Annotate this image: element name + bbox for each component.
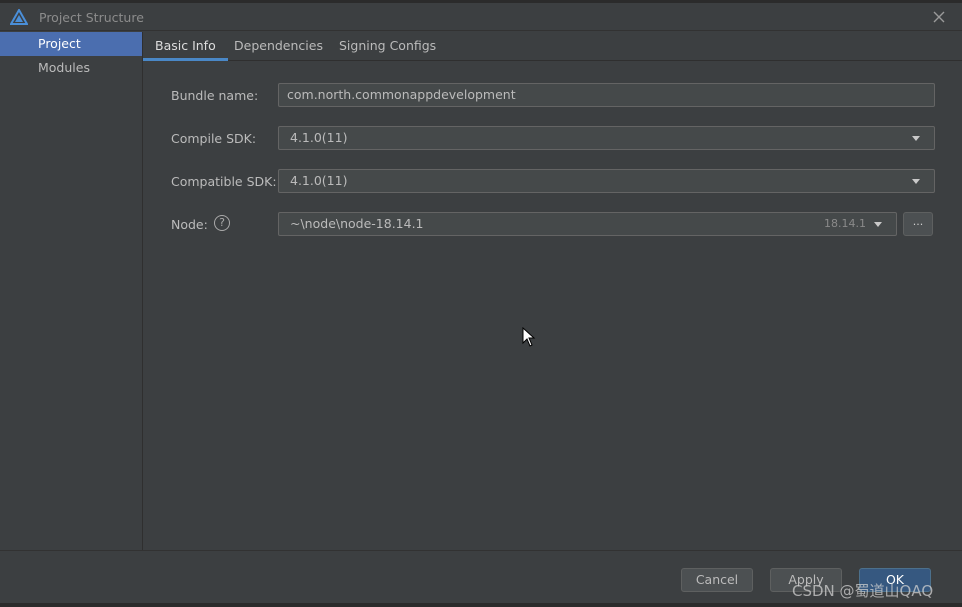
- main-panel: Basic Info Dependencies Signing Configs …: [143, 32, 962, 550]
- title-bar: Project Structure: [0, 3, 962, 31]
- close-icon[interactable]: [930, 8, 948, 26]
- tab-dependencies[interactable]: Dependencies: [222, 32, 335, 61]
- tab-basic-info[interactable]: Basic Info: [143, 32, 228, 61]
- help-icon[interactable]: ?: [214, 215, 230, 231]
- watermark: CSDN @蜀道山QAQ: [792, 582, 934, 600]
- node-path-value: ~\node\node-18.14.1: [290, 216, 424, 231]
- mouse-cursor-icon: [522, 326, 536, 347]
- browse-button[interactable]: ...: [903, 212, 933, 236]
- harmony-logo-icon: [9, 7, 29, 25]
- cancel-button[interactable]: Cancel: [681, 568, 753, 592]
- tab-bar: Basic Info Dependencies Signing Configs: [143, 32, 962, 61]
- compatible-sdk-label: Compatible SDK:: [171, 174, 277, 189]
- chevron-down-icon: [874, 222, 882, 227]
- dialog-footer: Cancel Apply OK CSDN @蜀道山QAQ: [0, 550, 962, 607]
- tab-signing-configs[interactable]: Signing Configs: [327, 32, 448, 61]
- compatible-sdk-select[interactable]: 4.1.0(11): [278, 169, 935, 193]
- sidebar: Project Modules: [0, 32, 143, 550]
- compile-sdk-select[interactable]: 4.1.0(11): [278, 126, 935, 150]
- compatible-sdk-value: 4.1.0(11): [290, 173, 348, 188]
- bottom-strip: [0, 603, 962, 607]
- compile-sdk-label: Compile SDK:: [171, 131, 257, 146]
- node-path-select[interactable]: ~\node\node-18.14.1 18.14.1: [278, 212, 897, 236]
- compile-sdk-value: 4.1.0(11): [290, 130, 348, 145]
- chevron-down-icon: [912, 136, 920, 141]
- bundle-name-label: Bundle name:: [171, 88, 259, 103]
- sidebar-item-modules[interactable]: Modules: [0, 56, 142, 80]
- window-title: Project Structure: [39, 10, 144, 25]
- node-label: Node:: [171, 217, 208, 232]
- node-version-label: 18.14.1: [824, 217, 866, 230]
- sidebar-item-project[interactable]: Project: [0, 32, 142, 56]
- bundle-name-input[interactable]: com.north.commonappdevelopment: [278, 83, 935, 107]
- bundle-name-value: com.north.commonappdevelopment: [287, 87, 516, 102]
- chevron-down-icon: [912, 179, 920, 184]
